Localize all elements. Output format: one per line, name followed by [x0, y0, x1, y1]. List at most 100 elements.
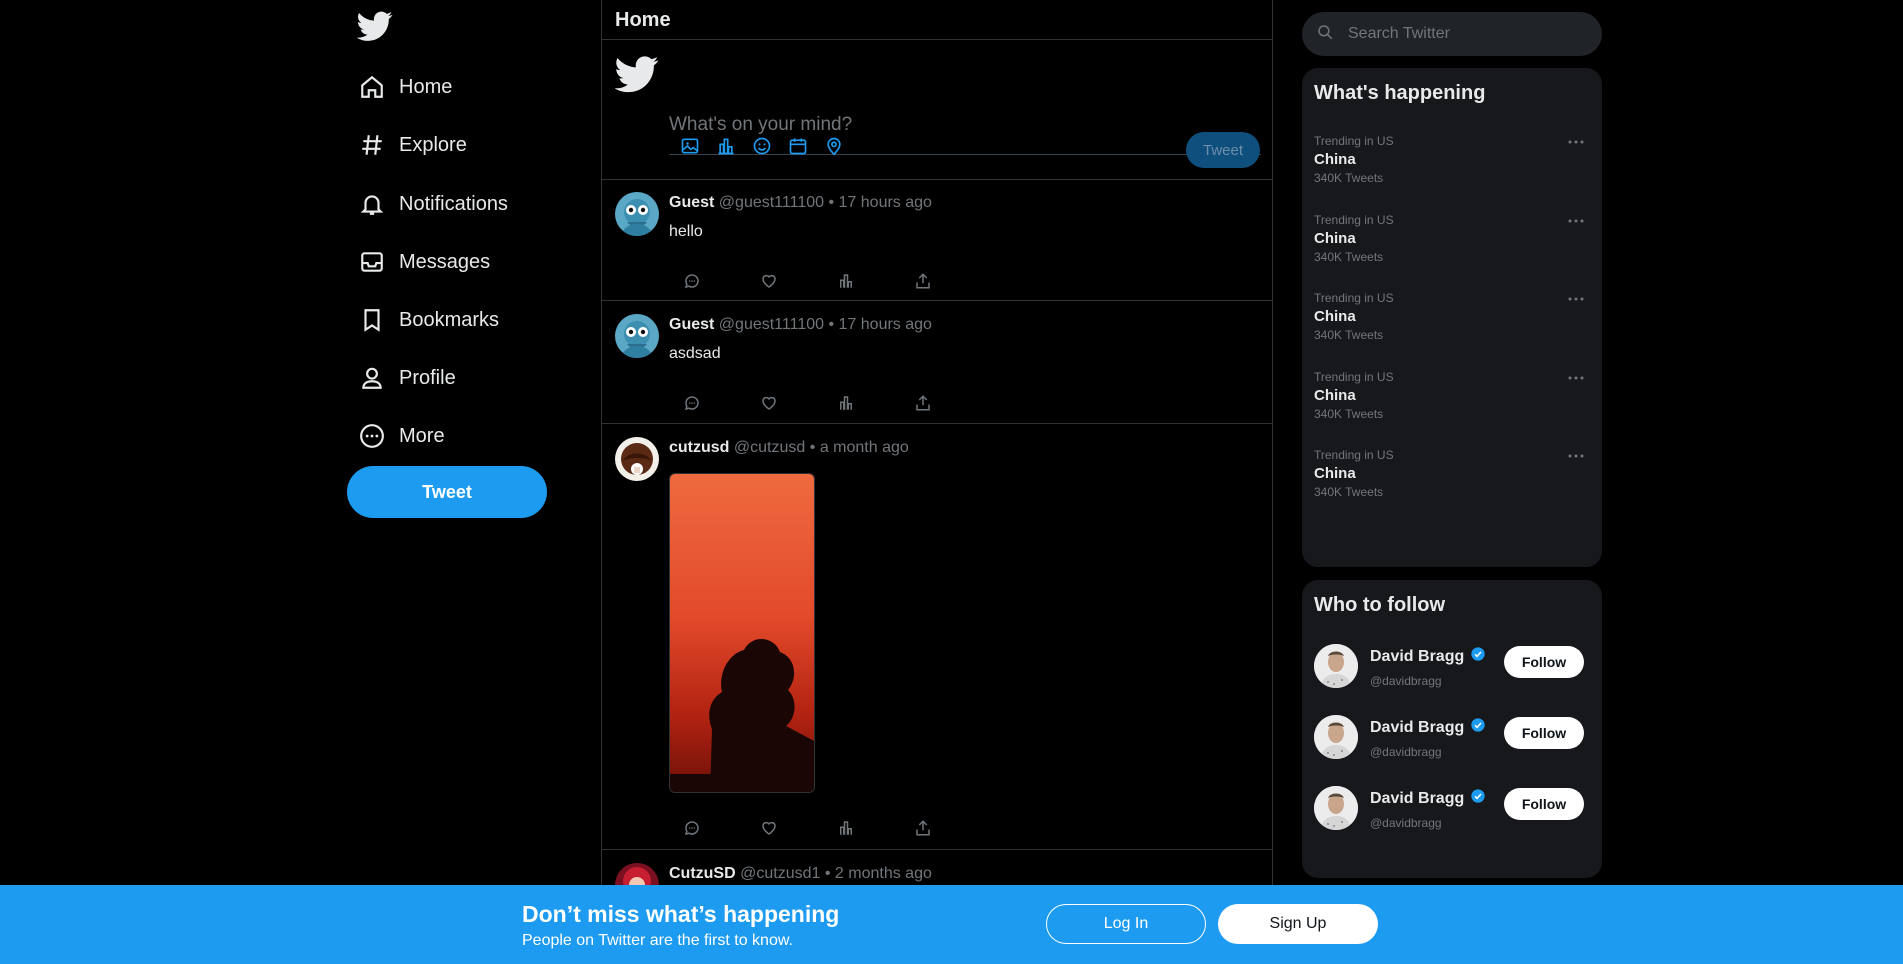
author-name[interactable]: Guest — [669, 316, 714, 333]
author-name[interactable]: CutzuSD — [669, 865, 736, 882]
follow-name[interactable]: David Bragg — [1370, 719, 1464, 737]
login-button[interactable]: Log In — [1046, 904, 1206, 944]
follow-button[interactable]: Follow — [1504, 788, 1584, 820]
reply-icon[interactable] — [680, 816, 704, 840]
location-icon[interactable] — [822, 134, 846, 158]
timestamp[interactable]: 17 hours ago — [839, 194, 932, 211]
avatar[interactable] — [615, 314, 659, 358]
more-dots-icon[interactable] — [1564, 448, 1588, 464]
tweet[interactable]: Guest @guest111100 • 17 hours ago hello — [602, 180, 1272, 301]
follow-title: Who to follow — [1314, 594, 1446, 616]
tweet-header: CutzuSD @cutzusd1 • 2 months ago — [669, 865, 932, 883]
tweet-image[interactable] — [669, 473, 815, 793]
avatar[interactable] — [615, 437, 659, 481]
follow-name[interactable]: David Bragg — [1370, 648, 1464, 666]
trend-item[interactable]: Trending in US China 340K Tweets — [1314, 448, 1592, 508]
separator: • — [824, 865, 831, 882]
trends-title: What's happening — [1314, 82, 1486, 104]
avatar[interactable] — [1314, 786, 1358, 830]
tweet[interactable]: Guest @guest111100 • 17 hours ago asdsad — [602, 302, 1272, 424]
more-dots-icon[interactable] — [1564, 370, 1588, 386]
follow-handle: @davidbragg — [1370, 816, 1442, 830]
nav-item-profile[interactable]: Profile — [359, 358, 456, 398]
follow-suggestion[interactable]: David Bragg @davidbragg Follow — [1314, 715, 1592, 763]
trend-item[interactable]: Trending in US China 340K Tweets — [1314, 370, 1592, 430]
search-box[interactable] — [1302, 12, 1602, 56]
author-handle[interactable]: @cutzusd1 — [740, 865, 820, 882]
author-handle[interactable]: @cutzusd — [734, 439, 805, 456]
timestamp[interactable]: a month ago — [820, 439, 909, 456]
reply-icon[interactable] — [680, 391, 704, 415]
author-handle[interactable]: @guest111100 — [719, 194, 824, 211]
author-name[interactable]: cutzusd — [669, 439, 729, 456]
follow-suggestion[interactable]: David Bragg @davidbragg Follow — [1314, 644, 1592, 692]
separator: • — [828, 316, 835, 333]
trends-panel: What's happening Trending in US China 34… — [1302, 68, 1602, 567]
follow-button[interactable]: Follow — [1504, 646, 1584, 678]
nav-label: More — [399, 424, 445, 447]
composer-tweet-button[interactable]: Tweet — [1186, 132, 1260, 168]
like-icon[interactable] — [757, 269, 781, 293]
nav-item-home[interactable]: Home — [359, 67, 452, 107]
emoji-icon[interactable] — [750, 134, 774, 158]
analytics-icon[interactable] — [834, 391, 858, 415]
share-icon[interactable] — [911, 816, 935, 840]
more-dots-icon[interactable] — [1564, 213, 1588, 229]
reply-icon[interactable] — [680, 269, 704, 293]
follow-button[interactable]: Follow — [1504, 717, 1584, 749]
more-dots-icon[interactable] — [1564, 291, 1588, 307]
signup-button[interactable]: Sign Up — [1218, 904, 1378, 944]
poll-icon[interactable] — [714, 134, 738, 158]
schedule-icon[interactable] — [786, 134, 810, 158]
nav-label: Notifications — [399, 192, 508, 215]
search-input[interactable] — [1348, 25, 1588, 43]
trend-item[interactable]: Trending in US China 340K Tweets — [1314, 291, 1592, 351]
follow-name[interactable]: David Bragg — [1370, 790, 1464, 808]
timestamp[interactable]: 2 months ago — [835, 865, 932, 882]
analytics-icon[interactable] — [834, 816, 858, 840]
avatar[interactable] — [1314, 715, 1358, 759]
twitter-bird-icon[interactable] — [356, 8, 393, 44]
author-handle[interactable]: @guest111100 — [719, 316, 824, 333]
more-dots-icon[interactable] — [1564, 134, 1588, 150]
share-icon[interactable] — [911, 269, 935, 293]
separator: • — [828, 194, 835, 211]
tweet[interactable]: cutzusd @cutzusd • a month ago — [602, 425, 1272, 850]
like-icon[interactable] — [757, 391, 781, 415]
nav-item-more[interactable]: More — [359, 416, 445, 456]
signup-banner: Don’t miss what’s happening People on Tw… — [0, 885, 1903, 964]
nav-item-bookmarks[interactable]: Bookmarks — [359, 300, 499, 340]
follow-name-wrap: David Bragg — [1370, 717, 1486, 738]
tweet-actions — [680, 391, 935, 415]
trend-count: 340K Tweets — [1314, 171, 1384, 185]
search-icon — [1316, 23, 1334, 46]
avatar[interactable] — [1314, 644, 1358, 688]
author-name[interactable]: Guest — [669, 194, 714, 211]
tweet-button[interactable]: Tweet — [347, 466, 547, 518]
timestamp[interactable]: 17 hours ago — [839, 316, 932, 333]
follow-suggestion[interactable]: David Bragg @davidbragg Follow — [1314, 786, 1592, 834]
verified-badge-icon — [1470, 788, 1486, 809]
share-icon[interactable] — [911, 391, 935, 415]
analytics-icon[interactable] — [834, 269, 858, 293]
twitter-bird-icon — [614, 52, 659, 96]
trend-name: China — [1314, 230, 1356, 247]
nav-item-explore[interactable]: Explore — [359, 125, 467, 165]
page-title: Home — [602, 0, 1272, 40]
trend-item[interactable]: Trending in US China 340K Tweets — [1314, 134, 1592, 194]
like-icon[interactable] — [757, 816, 781, 840]
trend-category: Trending in US — [1314, 448, 1394, 462]
nav-item-messages[interactable]: Messages — [359, 242, 490, 282]
trend-item[interactable]: Trending in US China 340K Tweets — [1314, 213, 1592, 273]
trend-category: Trending in US — [1314, 134, 1394, 148]
avatar[interactable] — [615, 192, 659, 236]
trend-category: Trending in US — [1314, 213, 1394, 227]
main-feed: Home Tweet — [601, 0, 1273, 964]
nav-item-notifications[interactable]: Notifications — [359, 184, 508, 224]
image-icon[interactable] — [678, 134, 702, 158]
trend-count: 340K Tweets — [1314, 250, 1384, 264]
hashtag-icon — [359, 132, 385, 158]
trend-name: China — [1314, 308, 1356, 325]
nav-label: Home — [399, 75, 453, 98]
trend-name: China — [1314, 465, 1356, 482]
